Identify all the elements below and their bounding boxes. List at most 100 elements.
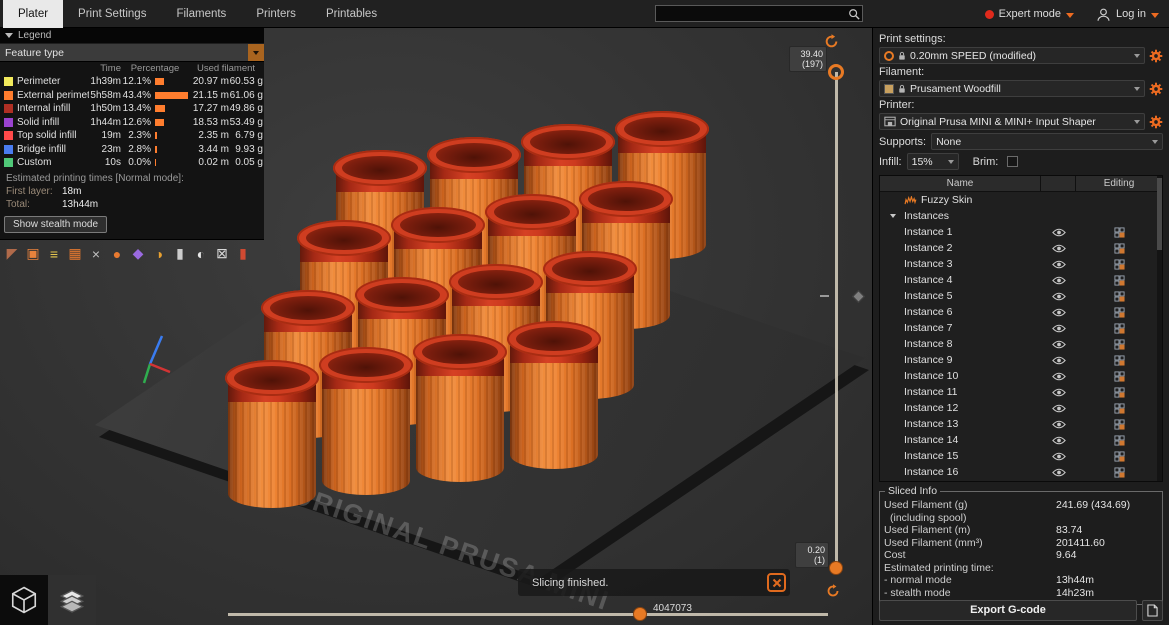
- printer-dropdown[interactable]: Original Prusa MINI & MINI+ Input Shaper: [879, 113, 1145, 130]
- tab-print-settings[interactable]: Print Settings: [63, 0, 161, 28]
- scrollbar-thumb[interactable]: [1157, 178, 1162, 250]
- time-icon[interactable]: ◑: [149, 244, 169, 264]
- model-instance-cup[interactable]: [507, 321, 601, 471]
- eye-icon[interactable]: [1052, 436, 1066, 445]
- supports-dropdown[interactable]: None: [931, 133, 1163, 150]
- eye-icon[interactable]: [1052, 372, 1066, 381]
- sphere-icon[interactable]: ◐: [191, 244, 211, 264]
- infill-dropdown[interactable]: 15%: [907, 153, 959, 170]
- object-row-instance-2[interactable]: Instance 2: [880, 240, 1162, 256]
- layer-slider-bottom-handle[interactable]: [829, 561, 843, 575]
- instance-edit-icon[interactable]: [1114, 371, 1125, 382]
- instance-edit-icon[interactable]: [1114, 451, 1125, 462]
- model-instance-cup[interactable]: [413, 334, 507, 484]
- eye-icon[interactable]: [1052, 324, 1066, 333]
- instance-edit-icon[interactable]: [1114, 435, 1125, 446]
- eye-icon[interactable]: [1052, 276, 1066, 285]
- export-gcode-button[interactable]: Export G-code: [879, 600, 1137, 621]
- tab-printables[interactable]: Printables: [311, 0, 392, 28]
- object-row-instance-13[interactable]: Instance 13: [880, 416, 1162, 432]
- move-slider-handle[interactable]: [633, 607, 647, 621]
- gizmo-icon[interactable]: ◆: [128, 244, 148, 264]
- legend-header[interactable]: Legend: [0, 28, 264, 43]
- eye-icon[interactable]: [1052, 244, 1066, 253]
- print-settings-gear-icon[interactable]: [1149, 49, 1163, 63]
- eye-icon[interactable]: [1052, 468, 1066, 477]
- instance-edit-icon[interactable]: [1114, 259, 1125, 270]
- export-options-button[interactable]: [1142, 600, 1163, 621]
- print-settings-dropdown[interactable]: 0.20mm SPEED (modified): [879, 47, 1145, 64]
- object-row-instance-5[interactable]: Instance 5: [880, 288, 1162, 304]
- object-row-instance-10[interactable]: Instance 10: [880, 368, 1162, 384]
- filament-dropdown[interactable]: Prusament Woodfill: [879, 80, 1145, 97]
- object-row-fuzzy-skin[interactable]: Fuzzy Skin: [880, 192, 1162, 208]
- object-row-instance-6[interactable]: Instance 6: [880, 304, 1162, 320]
- printer-gear-icon[interactable]: [1149, 115, 1163, 129]
- instance-edit-icon[interactable]: [1114, 339, 1125, 350]
- object-row-instance-15[interactable]: Instance 15: [880, 448, 1162, 464]
- tab-filaments[interactable]: Filaments: [161, 0, 241, 28]
- eye-icon[interactable]: [1052, 228, 1066, 237]
- notification-close-button[interactable]: [767, 573, 786, 592]
- eye-icon[interactable]: [1052, 388, 1066, 397]
- object-row-instance-12[interactable]: Instance 12: [880, 400, 1162, 416]
- instance-edit-icon[interactable]: [1114, 419, 1125, 430]
- object-row-instance-4[interactable]: Instance 4: [880, 272, 1162, 288]
- eye-icon[interactable]: [1052, 404, 1066, 413]
- object-row-instance-16[interactable]: Instance 16: [880, 464, 1162, 480]
- view-type-dropdown[interactable]: Feature type: [0, 43, 264, 62]
- delete-box-icon[interactable]: ⊠: [212, 244, 232, 264]
- eye-icon[interactable]: [1052, 452, 1066, 461]
- model-instance-cup[interactable]: [319, 347, 413, 497]
- object-row-instances-group[interactable]: Instances: [880, 208, 1162, 224]
- instance-edit-icon[interactable]: [1114, 291, 1125, 302]
- instance-edit-icon[interactable]: [1114, 243, 1125, 254]
- eye-icon[interactable]: [1052, 420, 1066, 429]
- instance-edit-icon[interactable]: [1114, 403, 1125, 414]
- expert-mode-selector[interactable]: Expert mode: [985, 8, 1074, 20]
- object-row-instance-14[interactable]: Instance 14: [880, 432, 1162, 448]
- pin-icon[interactable]: ▮: [233, 244, 253, 264]
- instance-edit-icon[interactable]: [1114, 227, 1125, 238]
- instance-edit-icon[interactable]: [1114, 275, 1125, 286]
- brim-checkbox[interactable]: [1007, 156, 1018, 167]
- instance-edit-icon[interactable]: [1114, 323, 1125, 334]
- tools-icon[interactable]: ×: [86, 244, 106, 264]
- object-row-instance-3[interactable]: Instance 3: [880, 256, 1162, 272]
- eye-icon[interactable]: [1052, 356, 1066, 365]
- dropdown-button[interactable]: [248, 44, 264, 61]
- object-row-instance-1[interactable]: Instance 1: [880, 224, 1162, 240]
- filament-gear-icon[interactable]: [1149, 82, 1163, 96]
- object-row-instance-11[interactable]: Instance 11: [880, 384, 1162, 400]
- search-box[interactable]: [655, 5, 863, 22]
- object-list-scrollbar[interactable]: [1157, 176, 1162, 481]
- move-slider-track[interactable]: [228, 613, 828, 616]
- instance-edit-icon[interactable]: [1114, 387, 1125, 398]
- seam-icon[interactable]: ▮: [170, 244, 190, 264]
- eye-icon[interactable]: [1052, 292, 1066, 301]
- one-layer-mode-handle[interactable]: [852, 290, 865, 303]
- flow-icon[interactable]: ●: [107, 244, 127, 264]
- layer-slider-top-handle[interactable]: [828, 64, 844, 80]
- layers-icon[interactable]: ≡: [44, 244, 64, 264]
- eye-icon[interactable]: [1052, 308, 1066, 317]
- eye-icon[interactable]: [1052, 260, 1066, 269]
- collapse-icon[interactable]: [890, 214, 896, 218]
- eye-icon[interactable]: [1052, 340, 1066, 349]
- revert-icon[interactable]: [826, 584, 840, 598]
- tab-plater[interactable]: Plater: [3, 0, 63, 28]
- layer-slider-track[interactable]: [835, 72, 838, 568]
- show-stealth-mode-button[interactable]: Show stealth mode: [4, 216, 107, 233]
- tab-printers[interactable]: Printers: [241, 0, 311, 28]
- instance-edit-icon[interactable]: [1114, 467, 1125, 478]
- object-row-instance-8[interactable]: Instance 8: [880, 336, 1162, 352]
- object-row-instance-9[interactable]: Instance 9: [880, 352, 1162, 368]
- object-row-instance-7[interactable]: Instance 7: [880, 320, 1162, 336]
- search-input[interactable]: [656, 6, 848, 21]
- preview-view-button[interactable]: [48, 575, 96, 625]
- model-instance-cup[interactable]: [225, 360, 319, 510]
- instance-edit-icon[interactable]: [1114, 307, 1125, 318]
- editor-view-button[interactable]: [0, 575, 48, 625]
- instance-edit-icon[interactable]: [1114, 355, 1125, 366]
- infill-icon[interactable]: ▦: [65, 244, 85, 264]
